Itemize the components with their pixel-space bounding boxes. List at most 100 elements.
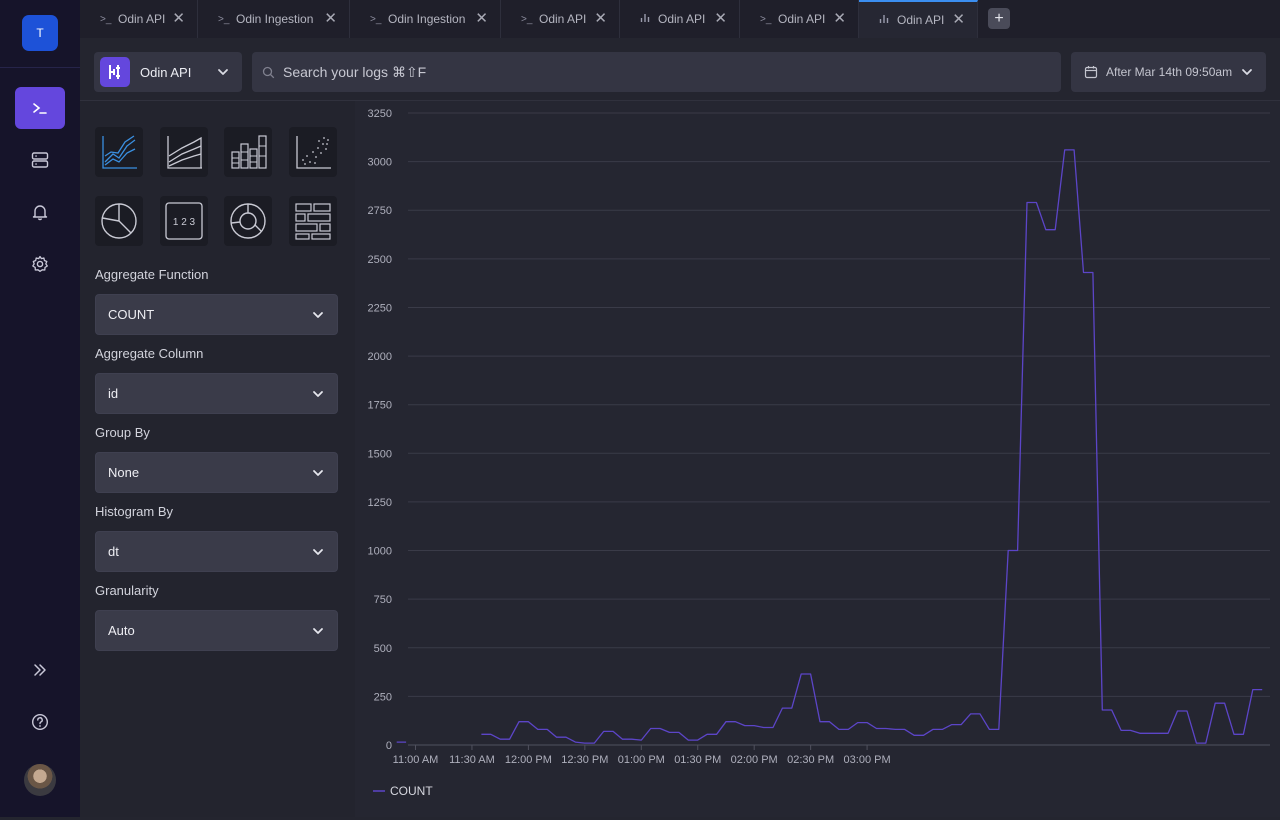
help-icon [31,713,49,731]
chart-type-pie[interactable] [95,196,143,246]
y-tick-label: 1750 [368,400,392,412]
close-icon[interactable]: ✕ [833,9,846,27]
chart-area: 0 250 500 750 1000 1250 1500 1750 2000 2250 2500 27… [355,101,1280,817]
y-tick-label: 1250 [368,497,392,509]
chart-type-donut[interactable] [224,196,272,246]
chart-type-line[interactable] [95,127,143,177]
aggregate-function-label: Aggregate Function [95,267,209,282]
source-select[interactable]: Odin API [94,52,242,92]
series-line-count [396,149,1263,744]
plus-icon: + [994,9,1004,27]
tab-label: Odin API [897,13,945,27]
close-icon[interactable]: ✕ [172,9,185,27]
histogram-by-label: Histogram By [95,504,174,519]
chevron-down-icon [313,628,323,634]
chart-type-scatter[interactable] [289,127,337,177]
close-icon[interactable]: ✕ [952,10,965,28]
svg-text:1 2 3: 1 2 3 [173,217,196,228]
chart-type-table[interactable] [289,196,337,246]
bell-icon [32,205,48,221]
chart-config-panel: 1 2 3 Aggregate Function COUNT Aggregate… [80,101,355,817]
aggregate-function-value: COUNT [108,307,155,322]
tab-label: Odin Ingestion [388,12,466,26]
area-chart-icon [167,136,202,169]
y-tick-label: 2250 [368,302,392,314]
chevrons-right-icon [34,664,46,676]
close-icon[interactable]: ✕ [594,9,607,27]
pie-chart-icon [101,203,137,239]
group-by-value: None [108,465,140,480]
x-tick-label: 02:00 PM [731,754,778,766]
granularity-select[interactable]: Auto [95,610,338,651]
query-header: Odin API After Mar 14th 09:50am [80,38,1280,101]
x-tick-label: 11:30 AM [449,754,495,766]
search-icon [262,66,275,78]
tab-odin-api-1[interactable]: >_ Odin API ✕ [80,0,198,38]
chevron-down-icon [1242,69,1252,75]
x-tick-label: 11:00 AM [393,754,439,766]
source-logo [100,57,130,87]
terminal-icon: >_ [521,13,533,25]
add-tab-button[interactable]: + [988,8,1010,29]
tab-label: Odin API [539,12,587,26]
x-tick-label: 01:30 PM [674,754,721,766]
tab-label: Odin Ingestion [236,12,314,26]
group-by-label: Group By [95,425,150,440]
terminal-icon: >_ [760,13,772,25]
granularity-label: Granularity [95,583,159,598]
aggregate-column-label: Aggregate Column [95,346,204,361]
chart-type-area[interactable] [160,127,208,177]
aggregate-column-select[interactable]: id [95,373,338,414]
server-icon [31,152,49,168]
close-icon[interactable]: ✕ [475,9,488,27]
chart-type-bar[interactable] [224,127,272,177]
expand-sidebar-button[interactable] [15,649,65,691]
close-icon[interactable]: ✕ [714,9,727,27]
y-tick-label: 2000 [368,351,392,363]
y-tick-label: 3250 [368,108,392,120]
y-tick-label: 0 [386,740,392,752]
tab-label: Odin API [778,12,826,26]
left-rail: T [0,0,80,817]
alerts-nav[interactable] [15,191,65,233]
calendar-icon [1084,66,1098,79]
chart-type-number[interactable]: 1 2 3 [160,196,208,246]
live-tail-nav[interactable] [15,87,65,129]
close-icon[interactable]: ✕ [324,9,337,27]
workspace-avatar[interactable]: T [22,15,58,51]
tab-odin-ingestion-2[interactable]: >_ Odin Ingestion ✕ [350,0,501,38]
tab-label: Odin API [658,12,706,26]
y-tick-label: 250 [374,691,392,703]
tab-odin-api-2[interactable]: >_ Odin API ✕ [501,0,620,38]
help-button[interactable] [15,701,65,743]
user-avatar[interactable] [24,764,56,796]
tab-odin-api-3[interactable]: >_ Odin API ✕ [740,0,859,38]
date-range-text: After Mar 14th 09:50am [1106,65,1233,79]
terminal-icon: >_ [100,13,112,25]
group-by-select[interactable]: None [95,452,338,493]
y-tick-label: 2750 [368,205,392,217]
tab-odin-ingestion-1[interactable]: >_ Odin Ingestion ✕ [198,0,350,38]
bar-chart-icon [231,135,267,169]
chevron-down-icon [313,391,323,397]
workspace-header: T [0,0,80,68]
tab-odin-api-chart-active[interactable]: Odin API ✕ [859,0,978,38]
x-tick-label: 12:00 PM [505,754,552,766]
y-tick-label: 1500 [368,448,392,460]
y-tick-label: 2500 [368,254,392,266]
settings-nav[interactable] [15,243,65,285]
search-box[interactable] [252,52,1061,92]
histogram-by-select[interactable]: dt [95,531,338,572]
aggregate-function-select[interactable]: COUNT [95,294,338,335]
chevron-down-icon [218,69,228,75]
date-range-picker[interactable]: After Mar 14th 09:50am [1071,52,1266,92]
x-tick-label: 12:30 PM [561,754,608,766]
scatter-chart-icon [296,136,331,169]
tab-odin-api-chart-1[interactable]: Odin API ✕ [620,0,740,38]
number-chart-icon: 1 2 3 [165,202,203,240]
tab-label: Odin API [118,12,166,26]
x-tick-label: 02:30 PM [787,754,834,766]
search-input[interactable] [281,63,985,81]
sources-nav[interactable] [15,139,65,181]
table-chart-icon [295,203,331,240]
